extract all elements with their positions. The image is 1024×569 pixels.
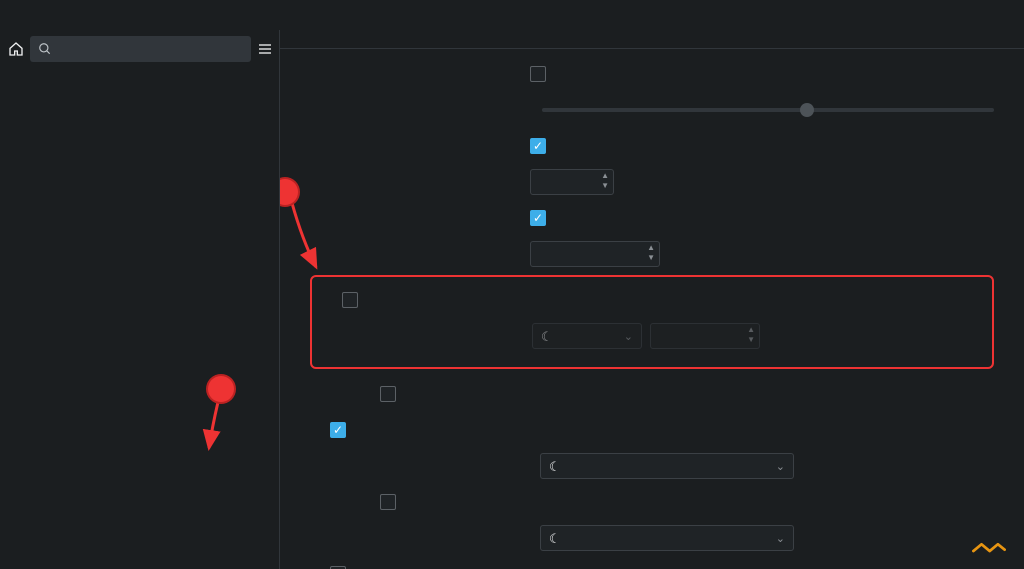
- search-icon: [38, 42, 52, 56]
- hamburger-menu[interactable]: [257, 36, 273, 62]
- annotation-badge-2: [280, 179, 298, 205]
- suspend-after-spin[interactable]: ▲▼: [650, 323, 760, 349]
- content-pane: ▲▼: [280, 30, 1024, 569]
- power-button-combo[interactable]: ☾ ⌄: [540, 525, 794, 551]
- while-asleep-checkbox[interactable]: [380, 386, 404, 402]
- screen-energy-checkbox[interactable]: [530, 210, 554, 226]
- suspend-mode-combo[interactable]: ☾ ⌄: [532, 323, 642, 349]
- settings-pane: ▲▼: [280, 49, 1024, 569]
- page-title: [280, 30, 1024, 48]
- moon-icon: ☾: [541, 327, 553, 345]
- external-monitor-checkbox[interactable]: [380, 494, 404, 510]
- sidebar: [0, 30, 280, 569]
- hamburger-icon: [257, 41, 273, 57]
- brightness-slider[interactable]: [542, 108, 994, 112]
- watermark: [972, 537, 1012, 561]
- screen-brightness-checkbox[interactable]: [530, 66, 554, 82]
- dim-screen-checkbox[interactable]: [530, 138, 554, 154]
- switch-off-spin[interactable]: ▲▼: [530, 241, 660, 267]
- suspend-session-box: ☾ ⌄ ▲▼: [310, 275, 994, 369]
- search-input[interactable]: [30, 36, 251, 62]
- moon-icon: ☾: [549, 529, 561, 547]
- moon-icon: ☾: [549, 457, 561, 475]
- home-icon: [8, 41, 24, 57]
- button-events-checkbox[interactable]: [330, 422, 354, 438]
- dim-after-spin[interactable]: ▲▼: [530, 169, 614, 195]
- lid-closed-combo[interactable]: ☾ ⌄: [540, 453, 794, 479]
- titlebar: [0, 0, 1024, 30]
- slider-thumb[interactable]: [800, 103, 814, 117]
- suspend-session-checkbox[interactable]: [342, 292, 366, 308]
- watermark-icon: [972, 537, 1006, 561]
- home-button[interactable]: [8, 36, 24, 62]
- annotation-badge-1: [208, 376, 234, 402]
- search-field[interactable]: [58, 40, 243, 58]
